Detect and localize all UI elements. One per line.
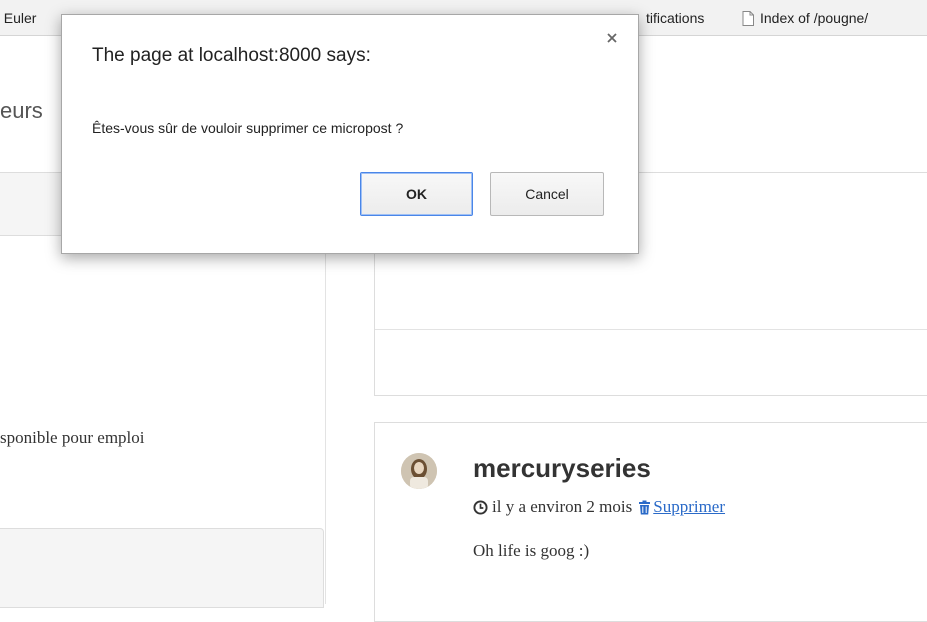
cancel-button[interactable]: Cancel xyxy=(490,172,604,216)
delete-link[interactable]: Supprimer xyxy=(653,497,725,517)
clock-icon xyxy=(473,499,488,515)
bookmark-index[interactable]: Index of /pougne/ xyxy=(742,10,868,26)
trash-icon[interactable] xyxy=(638,500,651,515)
post-content: Oh life is goog :) xyxy=(473,541,590,560)
left-bottom-panel xyxy=(0,528,324,608)
ok-button[interactable]: OK xyxy=(360,172,473,216)
alert-dialog: The page at localhost:8000 says: Êtes-vo… xyxy=(61,14,639,254)
post-timestamp: il y a environ 2 mois xyxy=(492,497,633,516)
bookmark-notifications[interactable]: tifications xyxy=(646,10,704,26)
panel-divider xyxy=(375,329,927,330)
close-icon[interactable] xyxy=(605,31,619,45)
post-username[interactable]: mercuryseries xyxy=(473,453,651,484)
post-meta: il y a environ 2 mois Supprimer xyxy=(473,497,725,517)
micropost-item: mercuryseries il y a environ 2 mois Supp… xyxy=(374,422,927,622)
avatar-image xyxy=(401,453,437,489)
left-title: eurs xyxy=(0,98,43,123)
page-icon xyxy=(742,10,754,26)
dialog-message: Êtes-vous sûr de vouloir supprimer ce mi… xyxy=(92,120,404,136)
left-status-text: sponible pour emploi xyxy=(0,428,145,447)
avatar[interactable] xyxy=(401,453,437,489)
bookmark-euler[interactable]: t Euler xyxy=(0,10,36,26)
bookmark-index-label: Index of /pougne/ xyxy=(760,10,869,26)
dialog-title: The page at localhost:8000 says: xyxy=(92,45,371,66)
